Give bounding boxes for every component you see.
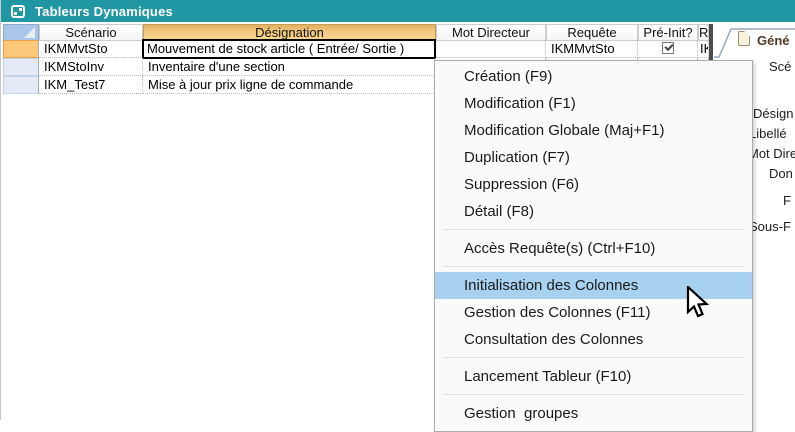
- row-selector[interactable]: [3, 76, 39, 94]
- corner-triangle-icon: [24, 27, 35, 38]
- panel-label-mot-directeur: Mot Dire: [748, 146, 795, 161]
- menu-item-duplication[interactable]: Duplication (F7): [435, 144, 752, 171]
- panel-label-scenario: Scé: [769, 59, 791, 74]
- menu-item-modification[interactable]: Modification (F1): [435, 90, 752, 117]
- cell-requete[interactable]: IKMMvtSto: [546, 40, 638, 58]
- panel-label-sous-fichier: Sous-F: [749, 219, 791, 234]
- menu-item-creation[interactable]: Création (F9): [435, 63, 752, 90]
- row-selector[interactable]: [3, 58, 39, 76]
- menu-item-modification-globale[interactable]: Modification Globale (Maj+F1): [435, 117, 752, 144]
- menu-separator: [435, 353, 752, 363]
- column-header-scenario[interactable]: Scénario: [39, 24, 143, 41]
- menu-separator: [435, 262, 752, 272]
- cell-scenario[interactable]: IKMMvtSto: [39, 40, 143, 58]
- cell-designation[interactable]: Inventaire d'une section: [143, 58, 436, 76]
- window-title: Tableurs Dynamiques: [35, 4, 173, 19]
- select-all-corner[interactable]: [3, 24, 39, 41]
- column-header-pre-init[interactable]: Pré-Init?: [638, 24, 698, 41]
- cell-pre-init[interactable]: [638, 40, 698, 58]
- menu-separator: [435, 225, 752, 235]
- cell-designation-active[interactable]: Mouvement de stock article ( Entrée/ Sor…: [142, 39, 436, 59]
- general-tab-icon: [738, 31, 750, 46]
- row-selector-active[interactable]: [3, 40, 39, 58]
- menu-item-lancement-tableur[interactable]: Lancement Tableur (F10): [435, 363, 752, 390]
- context-menu: Création (F9) Modification (F1) Modifica…: [434, 60, 753, 432]
- menu-item-detail[interactable]: Détail (F8): [435, 198, 752, 225]
- menu-separator: [435, 390, 752, 400]
- cell-mot-directeur[interactable]: [436, 40, 546, 58]
- panel-label-fichier: F: [783, 193, 791, 208]
- cell-r[interactable]: IKM: [698, 40, 709, 58]
- checkbox-checked-icon[interactable]: [662, 42, 674, 54]
- mouse-cursor-icon: [686, 286, 712, 320]
- menu-item-acces-requetes[interactable]: Accès Requête(s) (Ctrl+F10): [435, 235, 752, 262]
- panel-label-don: Don: [769, 166, 793, 181]
- tab-general[interactable]: Géné: [757, 33, 790, 48]
- app-window-icon: [11, 5, 25, 18]
- cell-designation[interactable]: Mise à jour prix ligne de commande: [143, 76, 436, 94]
- cell-scenario[interactable]: IKMStoInv: [39, 58, 143, 76]
- panel-label-libelle: Libellé: [749, 126, 787, 141]
- column-header-mot-directeur[interactable]: Mot Directeur: [436, 24, 546, 41]
- table-row: IKMMvtSto IKMMvtSto IKM Mouvement de sto…: [1, 40, 709, 58]
- menu-item-consultation-colonnes[interactable]: Consultation des Colonnes: [435, 326, 752, 353]
- menu-item-suppression[interactable]: Suppression (F6): [435, 171, 752, 198]
- column-header-r[interactable]: R: [698, 24, 709, 41]
- panel-label-designation: Désign: [753, 106, 793, 121]
- column-header-requete[interactable]: Requête: [546, 24, 638, 41]
- title-bar: Tableurs Dynamiques: [1, 0, 795, 22]
- menu-item-gestion-groupes[interactable]: Gestion groupes: [435, 400, 752, 427]
- cell-scenario[interactable]: IKM_Test7: [39, 76, 143, 94]
